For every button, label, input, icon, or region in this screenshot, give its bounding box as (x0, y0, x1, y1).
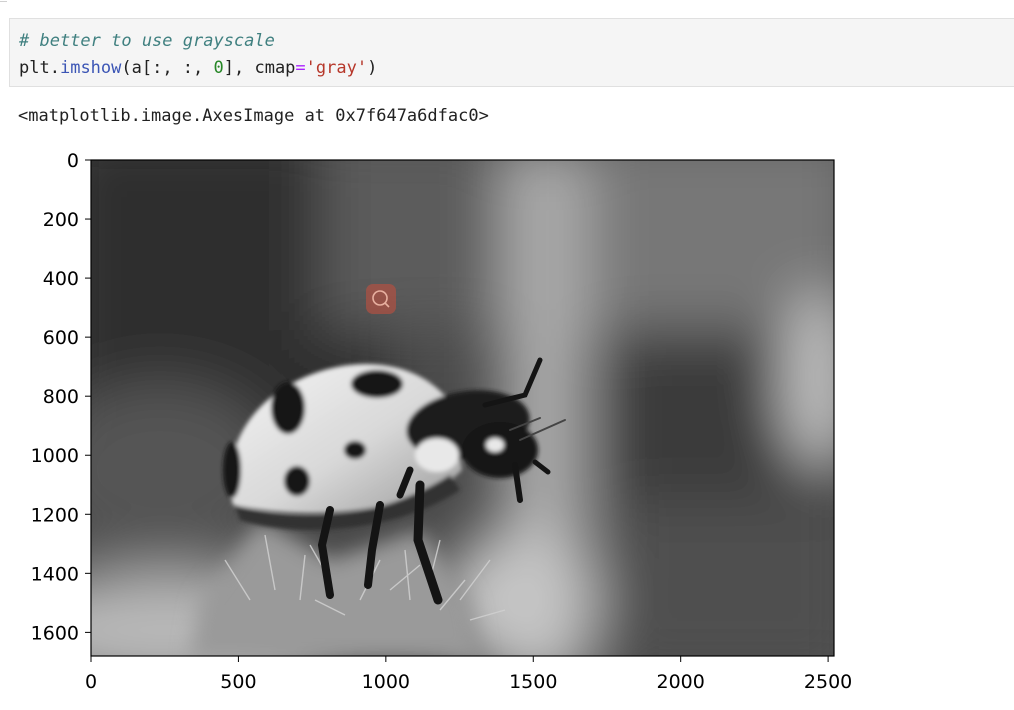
code-dot: . (49, 58, 60, 78)
y-tick-label: 0 (67, 150, 79, 172)
cell-output-text: <matplotlib.image.AxesImage at 0x7f647a6… (18, 106, 489, 126)
grayscale-image-plot: 0 200 400 600 800 1000 1200 1400 1600 0 500 1000 15… (31, 150, 853, 693)
y-tick-label: 600 (43, 327, 79, 349)
code-index: 0 (213, 58, 224, 78)
code-args-open: (a[:, :, (121, 58, 214, 78)
code-comment: # better to use grayscale (19, 31, 275, 51)
x-axis: 0 500 1000 1500 2000 2500 (85, 656, 852, 693)
divider (0, 0, 7, 2)
x-tick-label: 2500 (804, 671, 852, 693)
code-editor[interactable]: # better to use grayscale plt.imshow(a[:… (19, 28, 377, 82)
photo-image (91, 160, 834, 656)
y-tick-label: 1200 (31, 504, 79, 526)
code-cell-input[interactable]: # better to use grayscale plt.imshow(a[:… (9, 18, 1014, 87)
code-object: plt (19, 58, 50, 78)
code-function: imshow (59, 58, 122, 78)
code-args-close: ) (367, 58, 378, 78)
x-tick-label: 1500 (509, 671, 557, 693)
y-tick-label: 800 (43, 386, 79, 408)
x-tick-label: 2000 (657, 671, 705, 693)
y-tick-label: 200 (43, 209, 79, 231)
y-axis: 0 200 400 600 800 1000 1200 1400 1600 (31, 150, 91, 644)
x-tick-label: 500 (220, 671, 256, 693)
y-tick-label: 400 (43, 268, 79, 290)
y-tick-label: 1600 (31, 622, 79, 644)
code-string: 'gray' (305, 58, 368, 78)
code-equals: = (295, 58, 306, 78)
x-tick-label: 1000 (362, 671, 410, 693)
search-icon[interactable] (366, 284, 396, 314)
code-args-mid: ], cmap (223, 58, 296, 78)
y-tick-label: 1000 (31, 445, 79, 467)
x-tick-label: 0 (85, 671, 97, 693)
y-tick-label: 1400 (31, 563, 79, 585)
